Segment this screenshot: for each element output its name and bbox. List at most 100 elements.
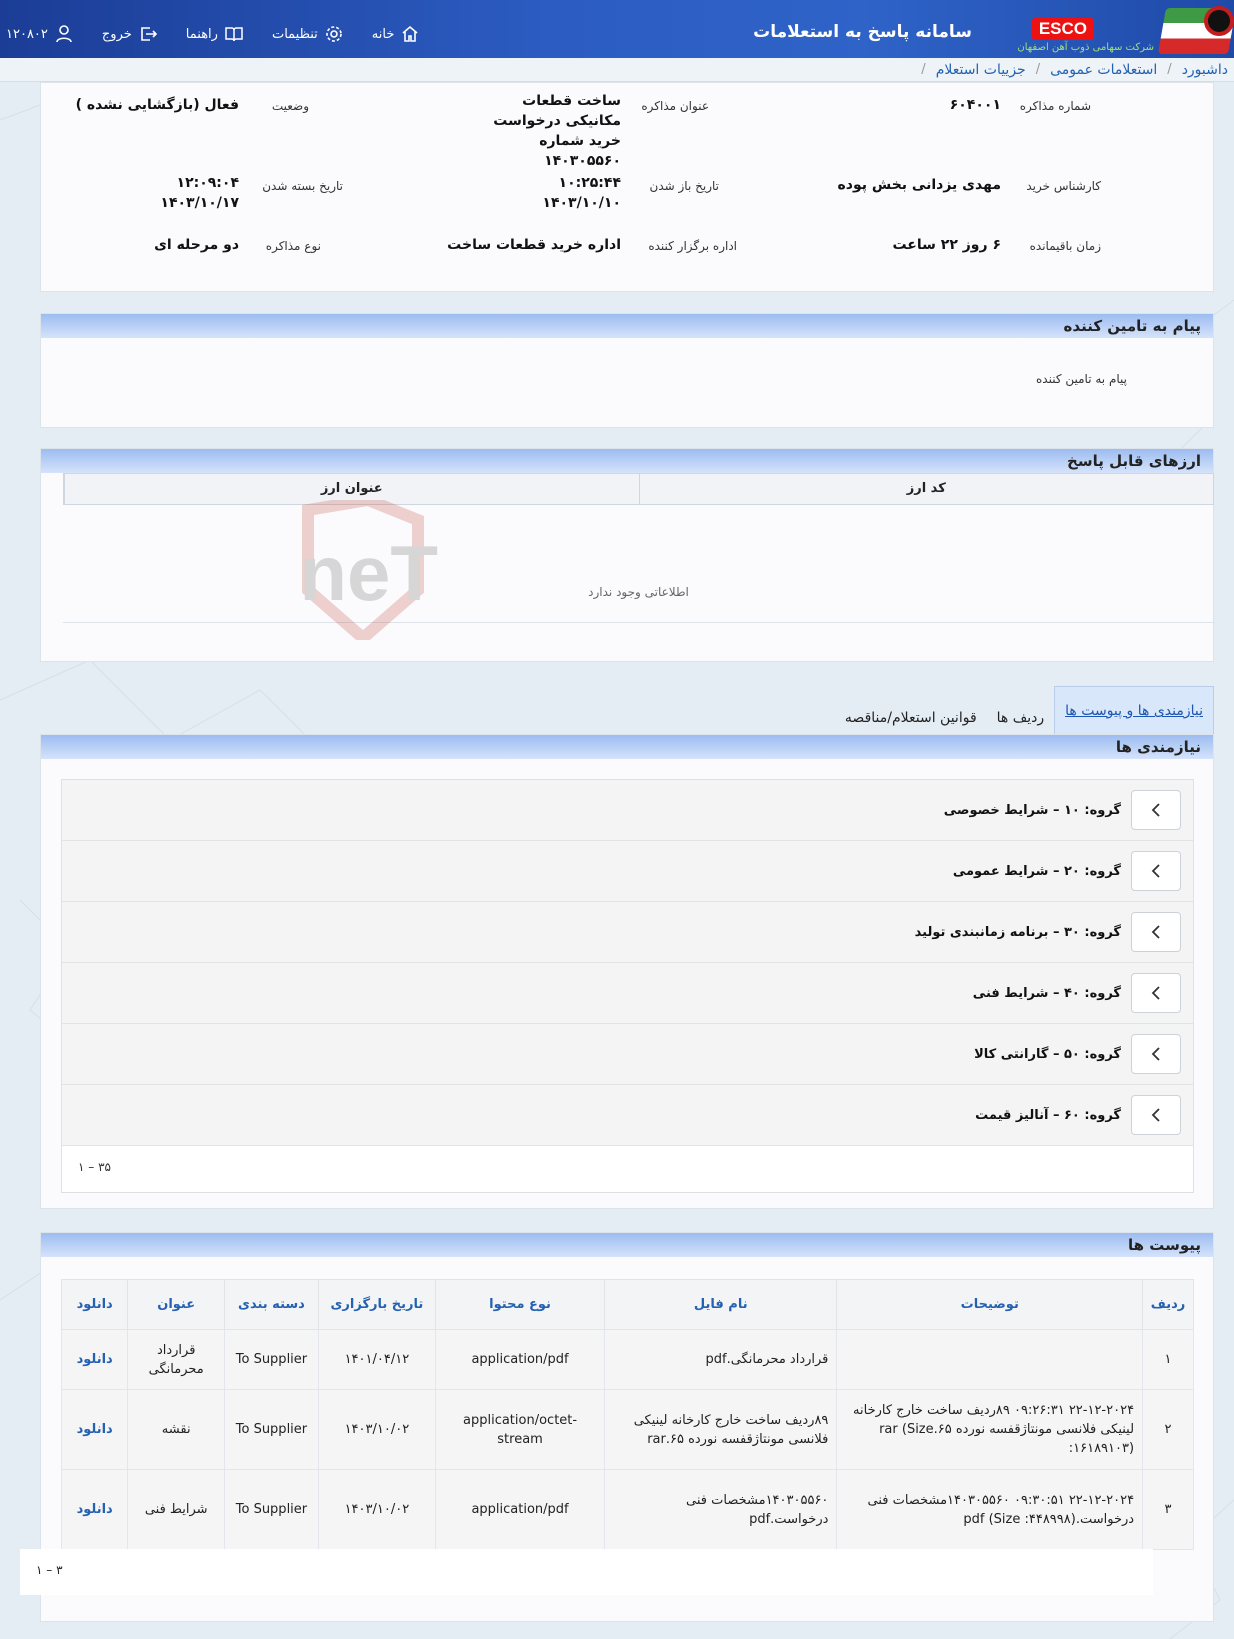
download-link[interactable]: دانلود xyxy=(60,1469,129,1550)
currencies-title: ارزهای قابل پاسخ xyxy=(41,449,1213,473)
table-row: ۳ ۲۲-۱۲-۲۰۲۴ ۰۹:۳۰:۵۱ ۱۴۰۳۰۵۵۶۰مشخصات فن… xyxy=(60,1469,1194,1550)
expand-button[interactable] xyxy=(1131,790,1181,830)
requirements-footer: ۱ – ۳۵ xyxy=(62,1146,1193,1192)
cell-file-name: ۸۹ردیف ساخت خارج کارخانه لینیکی فلانسی م… xyxy=(604,1389,838,1470)
breadcrumb-public-inquiries[interactable]: استعلامات عمومی xyxy=(1050,62,1157,78)
detail-tabs: نیازمندی ها و پیوست ها ردیف ها قوانین اس… xyxy=(835,682,1214,734)
column-title[interactable]: عنوان xyxy=(127,1279,226,1330)
nav-home[interactable]: خانه xyxy=(372,24,421,44)
nav-guide[interactable]: راهنما xyxy=(186,24,244,44)
download-link[interactable]: دانلود xyxy=(60,1329,129,1390)
list-item[interactable]: گروه: ۲۰ – شرایط عمومی xyxy=(62,841,1193,902)
list-item[interactable]: گروه: ۳۰ – برنامه زمانبندی تولید xyxy=(62,902,1193,963)
top-header: ESCO شرکت سهامی ذوب آهن اصفهان سامانه پا… xyxy=(0,0,1234,60)
column-currency-code[interactable]: کد ارز xyxy=(638,474,1214,504)
cell-upload-date: ۱۴۰۳/۱۰/۰۲ xyxy=(317,1389,436,1470)
requirement-group-label: گروه: ۱۰ – شرایط خصوصی xyxy=(943,802,1121,818)
cell-file-name: ۱۴۰۳۰۵۵۶۰مشخصات فنی درخواست.pdf xyxy=(604,1469,838,1550)
requirement-group-label: گروه: ۲۰ – شرایط عمومی xyxy=(952,863,1121,879)
cell-content-type: application/pdf xyxy=(434,1469,606,1550)
column-content-type[interactable]: نوع محتوا xyxy=(434,1279,606,1330)
table-row: ۱ قرارداد محرمانگی.pdf application/pdf ۱… xyxy=(60,1329,1194,1390)
column-category[interactable]: دسته بندی xyxy=(224,1279,319,1330)
list-item[interactable]: گروه: ۶۰ – آنالیز قیمت xyxy=(62,1085,1193,1146)
negotiation-title-label: عنوان مذاکره xyxy=(641,99,709,113)
gear-icon xyxy=(325,26,342,42)
chevron-left-icon xyxy=(1151,925,1160,939)
chevron-left-icon xyxy=(1151,986,1160,1000)
nav-user[interactable]: ۱۲۰۸۰۲ xyxy=(6,24,74,44)
empty-state: اطلاعاتی وجود ندارد xyxy=(588,585,689,599)
attachments-footer: ۱ – ۳ xyxy=(20,1549,1153,1595)
cell-title: قرارداد محرمانگی xyxy=(127,1329,226,1390)
download-link[interactable]: دانلود xyxy=(60,1389,129,1470)
brand-subtitle: شرکت سهامی ذوب آهن اصفهان xyxy=(1017,42,1154,53)
column-currency-title[interactable]: عنوان ارز xyxy=(64,474,639,504)
book-icon xyxy=(225,27,243,42)
negotiation-title: ساخت قطعات مکانیکی درخواست خرید شماره ۱۴… xyxy=(493,93,621,169)
open-time: ۱۰:۲۵:۴۴ xyxy=(558,175,621,191)
tab-requirements-attachments[interactable]: نیازمندی ها و پیوست ها xyxy=(1054,686,1214,734)
organizer: اداره خرید قطعات ساخت xyxy=(447,237,621,253)
table-header: ردیف توضیحات نام فایل نوع محتوا تاریخ با… xyxy=(60,1279,1194,1330)
open-date-label: تاریخ باز شدن xyxy=(649,179,719,193)
close-date: ۱۴۰۳/۱۰/۱۷ xyxy=(160,195,239,211)
cell-description: ۲۲-۱۲-۲۰۲۴ ۰۹:۳۰:۵۱ ۱۴۰۳۰۵۵۶۰مشخصات فنی … xyxy=(836,1469,1144,1550)
cell-description: ۲۲-۱۲-۲۰۲۴ ۰۹:۲۶:۳۱ ۸۹ردیف ساخت خارج کار… xyxy=(836,1389,1144,1470)
nav-logout[interactable]: خروج xyxy=(102,24,158,44)
column-description[interactable]: توضیحات xyxy=(836,1279,1144,1330)
brand-area: ESCO شرکت سهامی ذوب آهن اصفهان xyxy=(954,0,1234,60)
expand-button[interactable] xyxy=(1131,1034,1181,1074)
cell-content-type: application/octet-stream xyxy=(434,1389,606,1470)
chevron-left-icon xyxy=(1151,1108,1160,1122)
cell-description xyxy=(836,1329,1144,1390)
nav-guide-label: راهنما xyxy=(185,26,218,42)
breadcrumb-separator: / xyxy=(1167,62,1172,77)
attachments-table: ردیف توضیحات نام فایل نوع محتوا تاریخ با… xyxy=(60,1279,1194,1550)
attachments-title: پیوست ها xyxy=(41,1233,1213,1257)
column-file-name[interactable]: نام فایل xyxy=(604,1279,838,1330)
open-date: ۱۴۰۳/۱۰/۱۰ xyxy=(542,195,621,211)
nav-settings[interactable]: تنظیمات xyxy=(272,24,344,44)
buyer-name: مهدی یزدانی بخش پوده xyxy=(837,177,1001,193)
column-upload-date[interactable]: تاریخ بارگزاری xyxy=(317,1279,436,1330)
supplier-message-panel: پیام به تامین کننده پیام به تامین کننده xyxy=(40,313,1214,428)
requirement-group-label: گروه: ۳۰ – برنامه زمانبندی تولید xyxy=(914,924,1121,940)
tab-rules[interactable]: قوانین استعلام/مناقصه xyxy=(835,696,987,734)
requirement-group-label: گروه: ۶۰ – آنالیز قیمت xyxy=(975,1107,1121,1123)
buyer-label: کارشناس خرید xyxy=(1026,179,1101,193)
breadcrumb-separator: / xyxy=(921,62,926,77)
close-date-label: تاریخ بسته شدن xyxy=(262,179,343,193)
table-row: ۲ ۲۲-۱۲-۲۰۲۴ ۰۹:۲۶:۳۱ ۸۹ردیف ساخت خارج ک… xyxy=(60,1389,1194,1470)
cell-category: To Supplier xyxy=(224,1469,319,1550)
column-row[interactable]: ردیف xyxy=(1142,1279,1194,1330)
breadcrumb-separator: / xyxy=(1035,62,1041,77)
user-icon xyxy=(56,25,72,43)
column-download[interactable]: دانلود xyxy=(60,1279,129,1330)
expand-button[interactable] xyxy=(1131,851,1181,891)
home-icon xyxy=(402,25,418,42)
pager-text: ۱ – ۳ xyxy=(36,1563,63,1577)
expand-button[interactable] xyxy=(1131,1095,1181,1135)
expand-button[interactable] xyxy=(1131,912,1181,952)
tab-rows[interactable]: ردیف ها xyxy=(987,696,1054,734)
list-item[interactable]: گروه: ۱۰ – شرایط خصوصی xyxy=(62,780,1193,841)
close-time: ۱۲:۰۹:۰۴ xyxy=(176,175,239,191)
nav-home-label: خانه xyxy=(371,26,395,42)
list-item[interactable]: گروه: ۴۰ – شرایط فنی xyxy=(62,963,1193,1024)
cell-row: ۱ xyxy=(1142,1329,1194,1390)
remaining-time-label: زمان باقیمانده xyxy=(1029,239,1101,253)
breadcrumb-inquiry-details[interactable]: جزییات استعلام xyxy=(936,62,1026,78)
cell-category: To Supplier xyxy=(224,1389,319,1470)
breadcrumb-dashboard[interactable]: داشبورد xyxy=(1182,62,1228,78)
currencies-panel: ارزهای قابل پاسخ کد ارز عنوان ارز اطلاعا… xyxy=(40,448,1214,662)
negotiation-number-label: شماره مذاکره xyxy=(1019,99,1091,113)
cell-title: نقشه xyxy=(127,1389,226,1470)
organizer-label: اداره برگزار کننده xyxy=(648,239,737,253)
brand-name: ESCO xyxy=(1031,18,1094,40)
expand-button[interactable] xyxy=(1131,973,1181,1013)
logout-icon xyxy=(140,27,157,41)
list-item[interactable]: گروه: ۵۰ – گارانتی کالا xyxy=(62,1024,1193,1085)
chevron-left-icon xyxy=(1151,803,1160,817)
nav-settings-label: تنظیمات xyxy=(271,26,318,42)
